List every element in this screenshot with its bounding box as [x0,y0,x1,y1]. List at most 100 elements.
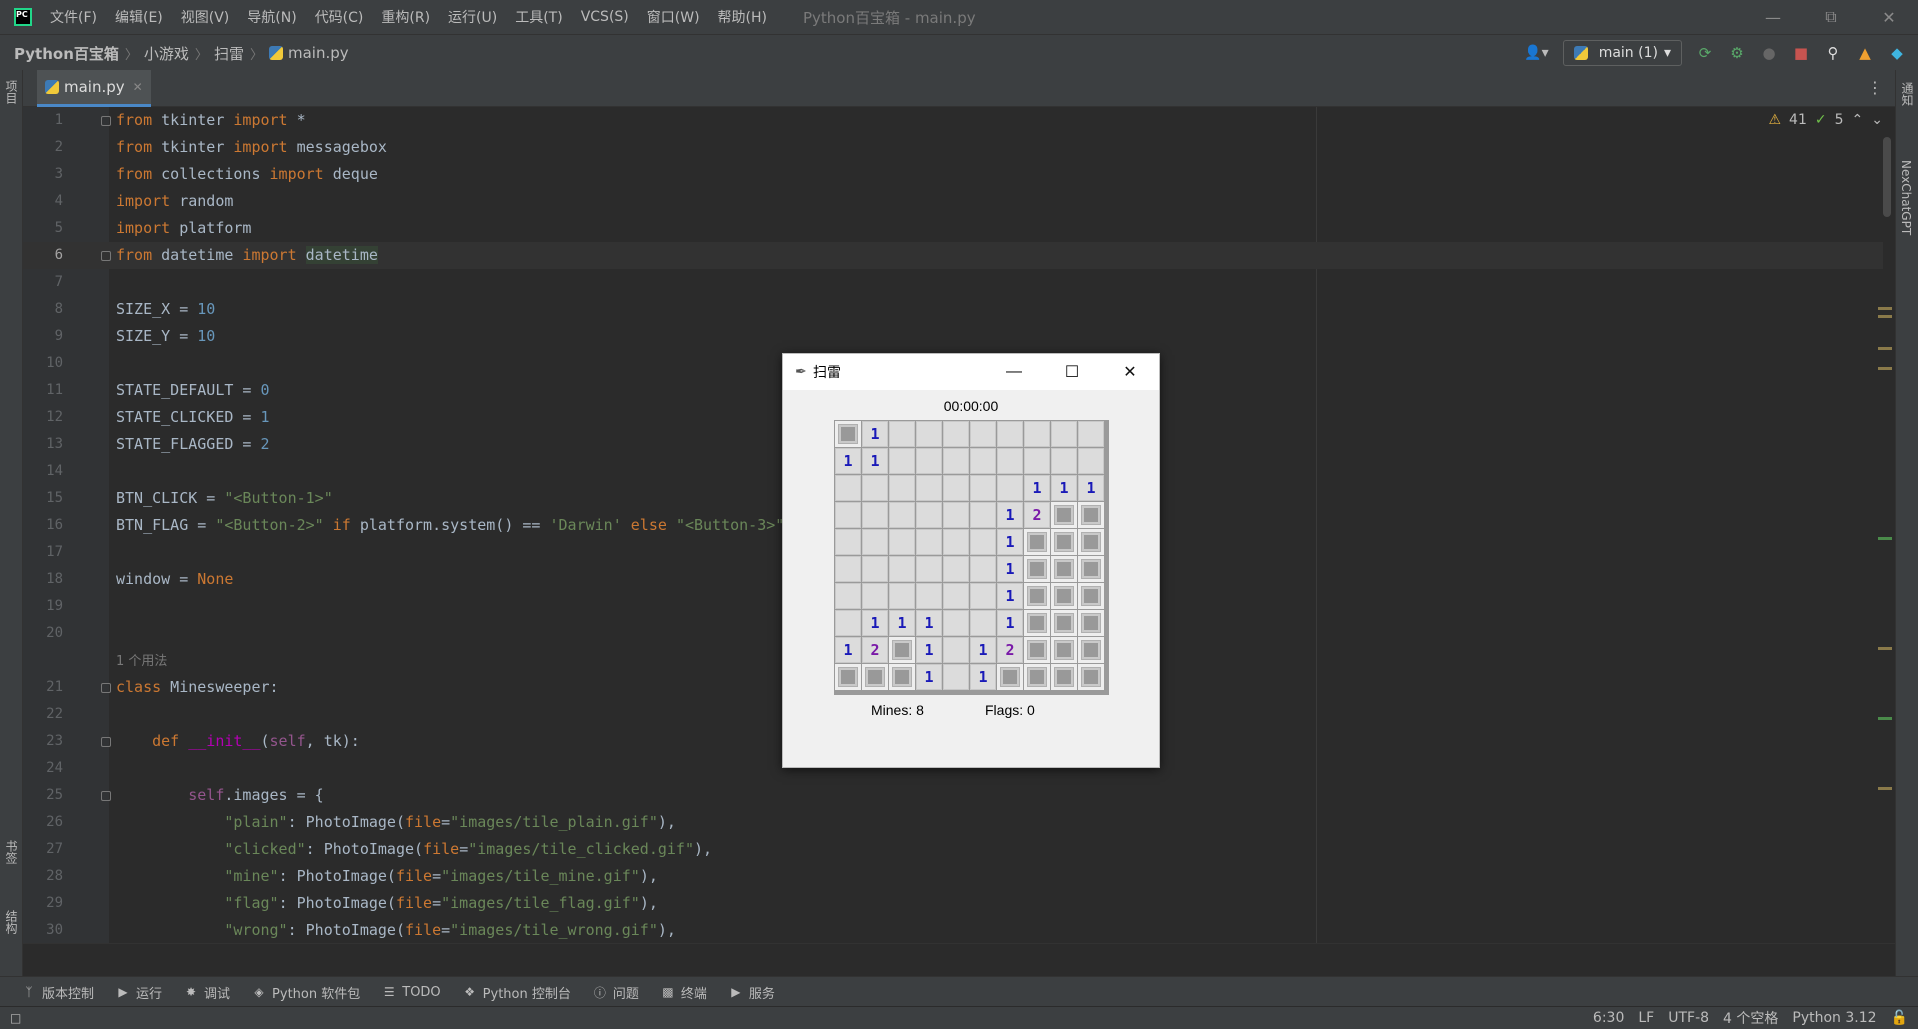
tile-revealed-empty[interactable] [943,421,969,447]
project-tool-label[interactable]: 项目 [3,80,20,104]
crumb-folder-games[interactable]: 小游戏 [144,43,189,64]
structure-tool-label[interactable]: 结构 [3,910,20,934]
menu-file[interactable]: 文件(F) [50,7,97,27]
tile-revealed-empty[interactable] [1078,421,1104,447]
close-icon[interactable]: ✕ [1101,354,1159,390]
menu-code[interactable]: 代码(C) [315,7,364,27]
tile-unrevealed[interactable] [1078,664,1104,690]
more-vertical-icon[interactable]: ⋮ [1867,78,1883,97]
tab-close-icon[interactable]: ✕ [133,80,143,94]
tile-unrevealed[interactable] [1051,610,1077,636]
tile-number[interactable]: 1 [997,502,1023,528]
caret-position[interactable]: 6:30 [1593,1010,1624,1026]
run-config-selector[interactable]: main (1) ▾ [1562,40,1682,66]
tile-revealed-empty[interactable] [943,664,969,690]
tile-revealed-empty[interactable] [970,475,996,501]
tile-revealed-empty[interactable] [835,556,861,582]
tile-revealed-empty[interactable] [943,556,969,582]
minimize-icon[interactable]: — [1744,0,1802,34]
tool-problems[interactable]: ⓘ 问题 [593,983,639,1002]
tile-unrevealed[interactable] [1024,583,1050,609]
tile-unrevealed[interactable] [1078,556,1104,582]
tile-revealed-empty[interactable] [1051,421,1077,447]
tile-revealed-empty[interactable] [835,502,861,528]
tile-revealed-empty[interactable] [970,583,996,609]
tile-number[interactable]: 2 [1024,502,1050,528]
user-icon[interactable]: 👤▾ [1524,45,1548,61]
tool-run[interactable]: ▶ 运行 [116,983,162,1002]
tile-revealed-empty[interactable] [943,475,969,501]
tile-number[interactable]: 1 [1024,475,1050,501]
scroll-marker[interactable] [1878,717,1892,720]
crumb-file[interactable]: main.py [288,44,349,62]
tile-unrevealed[interactable] [997,664,1023,690]
file-encoding[interactable]: UTF-8 [1668,1010,1709,1026]
menu-vcs[interactable]: VCS(S) [581,9,629,25]
tool-version-control[interactable]: ᛉ 版本控制 [22,983,94,1002]
tile-unrevealed[interactable] [835,421,861,447]
tile-number[interactable]: 1 [916,664,942,690]
tile-number[interactable]: 1 [889,610,915,636]
tile-number[interactable]: 1 [862,448,888,474]
tile-number[interactable]: 1 [997,529,1023,555]
python-interpreter[interactable]: Python 3.12 [1792,1010,1876,1026]
menu-help[interactable]: 帮助(H) [718,7,767,27]
tile-revealed-empty[interactable] [943,529,969,555]
fold-icon[interactable] [101,683,111,693]
rerun-icon[interactable]: ⟳ [1696,44,1714,62]
menu-view[interactable]: 视图(V) [181,7,230,27]
close-icon[interactable]: ✕ [1860,0,1918,34]
tile-unrevealed[interactable] [1051,637,1077,663]
tile-revealed-empty[interactable] [943,448,969,474]
notifications-tool-label[interactable]: 通知 [1899,82,1916,106]
tile-revealed-empty[interactable] [889,475,915,501]
scroll-marker[interactable] [1878,315,1892,318]
restore-icon[interactable]: ⧉ [1802,0,1860,34]
lock-icon[interactable]: 🔓 [1891,1010,1908,1026]
tile-revealed-empty[interactable] [862,502,888,528]
tool-debug[interactable]: ✸ 调试 [184,983,230,1002]
search-icon[interactable]: ⚲ [1824,44,1842,62]
stop-icon[interactable]: ■ [1792,44,1810,62]
tile-revealed-empty[interactable] [916,421,942,447]
tile-revealed-empty[interactable] [943,637,969,663]
tile-revealed-empty[interactable] [943,610,969,636]
menu-run[interactable]: 运行(U) [448,7,497,27]
scroll-marker[interactable] [1878,347,1892,350]
tile-revealed-empty[interactable] [997,421,1023,447]
bookmarks-tool-label[interactable]: 书签 [3,840,20,864]
tile-unrevealed[interactable] [1024,637,1050,663]
fold-icon[interactable] [101,116,111,126]
tile-revealed-empty[interactable] [889,556,915,582]
tile-number[interactable]: 1 [970,637,996,663]
tile-revealed-empty[interactable] [997,448,1023,474]
tile-revealed-empty[interactable] [916,583,942,609]
tile-unrevealed[interactable] [1078,529,1104,555]
tile-number[interactable]: 1 [997,556,1023,582]
crumb-folder-minesweeper[interactable]: 扫雷 [214,43,244,64]
tile-revealed-empty[interactable] [970,610,996,636]
tile-unrevealed[interactable] [1051,502,1077,528]
fold-icon[interactable] [101,737,111,747]
minesweeper-title-bar[interactable]: ✒ 扫雷 — ☐ ✕ [783,354,1159,390]
tile-unrevealed[interactable] [1024,610,1050,636]
tile-revealed-empty[interactable] [970,502,996,528]
tile-unrevealed[interactable] [1078,583,1104,609]
tile-number[interactable]: 1 [862,421,888,447]
tile-unrevealed[interactable] [889,664,915,690]
scroll-marker[interactable] [1878,647,1892,650]
tile-number[interactable]: 1 [916,610,942,636]
tile-revealed-empty[interactable] [862,583,888,609]
vertical-scrollbar[interactable] [1883,137,1891,217]
tile-number[interactable]: 1 [1051,475,1077,501]
scroll-marker[interactable] [1878,537,1892,540]
tile-unrevealed[interactable] [1051,664,1077,690]
tile-number[interactable]: 1 [835,448,861,474]
scroll-marker[interactable] [1878,787,1892,790]
tile-revealed-empty[interactable] [1051,448,1077,474]
tool-services[interactable]: ▶ 服务 [729,983,775,1002]
tile-revealed-empty[interactable] [943,502,969,528]
tile-unrevealed[interactable] [1024,556,1050,582]
tile-number[interactable]: 2 [862,637,888,663]
tool-python-console[interactable]: ❖ Python 控制台 [463,983,571,1002]
